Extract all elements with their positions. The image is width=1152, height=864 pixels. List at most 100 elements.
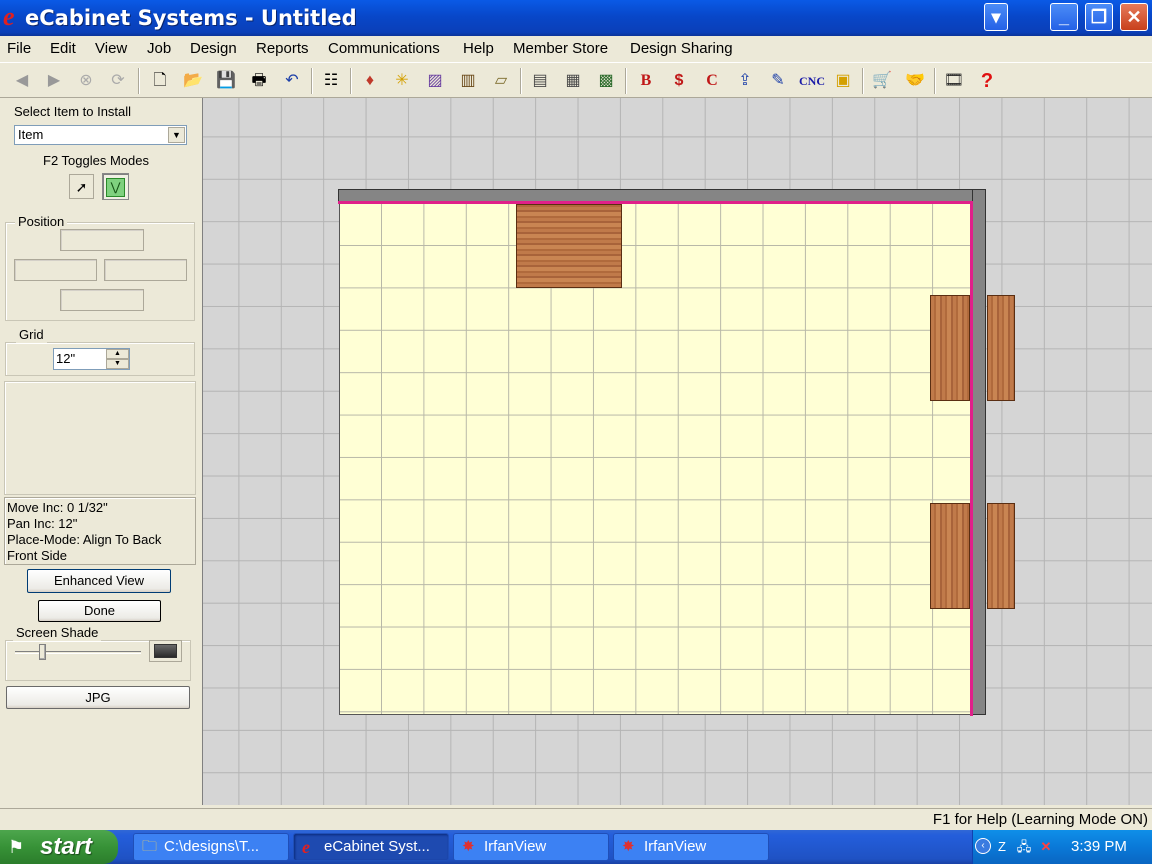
open-folder-icon[interactable]: 📂: [181, 69, 205, 93]
cabinet-right-lower-outer[interactable]: [987, 503, 1015, 609]
window-title: eCabinet Systems - Untitled: [25, 6, 357, 30]
menu-design[interactable]: Design: [190, 40, 237, 58]
menu-file[interactable]: File: [7, 40, 31, 58]
undo-icon[interactable]: ↶: [280, 69, 304, 93]
spin-up-icon[interactable]: ▲: [106, 349, 129, 359]
irfanview-icon: ✸: [462, 838, 475, 855]
toolbar-separator: [625, 68, 627, 94]
app-logo-icon: e: [3, 2, 15, 31]
room-floor[interactable]: [339, 203, 972, 715]
clock: 3:39 PM: [1071, 838, 1127, 855]
menu-member-store[interactable]: Member Store: [513, 40, 608, 58]
cutlist-report-icon[interactable]: C: [700, 69, 724, 93]
material-icon[interactable]: ♦: [358, 69, 382, 93]
position-field-right[interactable]: [104, 259, 187, 281]
position-field-left[interactable]: [14, 259, 97, 281]
lighting-icon[interactable]: ✳: [390, 69, 414, 93]
order-form-icon[interactable]: ✎: [766, 69, 790, 93]
alert-icon[interactable]: ✕: [1037, 838, 1055, 856]
close-button[interactable]: ✕: [1120, 3, 1148, 31]
pointer-mode-button[interactable]: ➚: [69, 174, 94, 199]
cabinet-right-upper-outer[interactable]: [987, 295, 1015, 401]
windows-logo-icon: ⚑: [8, 837, 25, 857]
enhanced-view-button[interactable]: Enhanced View: [27, 569, 171, 593]
forward-arrow-icon[interactable]: ▶: [42, 69, 66, 93]
screen-shade-swatch[interactable]: [149, 640, 182, 662]
done-button[interactable]: Done: [38, 600, 161, 622]
texture-icon[interactable]: ▩: [594, 69, 618, 93]
status-bar: F1 for Help (Learning Mode ON): [0, 808, 1152, 830]
taskbar-item-irfanview-1[interactable]: ✸ IrfanView: [453, 833, 609, 861]
taskbar-item-ecabinet[interactable]: e eCabinet Syst...: [293, 833, 449, 861]
screen-shade-slider[interactable]: [15, 651, 141, 654]
taskbar-item-explorer[interactable]: 🗀 C:\designs\T...: [133, 833, 289, 861]
system-tray: ‹ Z 🖧 ✕ 3:39 PM: [972, 830, 1152, 864]
cabinet-right-lower-inner[interactable]: [930, 503, 970, 609]
taskbar: ⚑ start 🗀 C:\designs\T... e eCabinet Sys…: [0, 830, 1152, 864]
position-field-top[interactable]: [60, 229, 144, 251]
system-menu-button[interactable]: ▾: [984, 3, 1008, 31]
room-icon[interactable]: ▥: [456, 69, 480, 93]
taskbar-item-label: C:\designs\T...: [164, 838, 260, 855]
toggles-label: F2 Toggles Modes: [43, 153, 149, 168]
cnc-icon[interactable]: CNC: [797, 69, 827, 93]
cabinet-icon[interactable]: ▤: [528, 69, 552, 93]
item-select-value: Item: [18, 127, 44, 142]
cabinet-right-upper-inner[interactable]: [930, 295, 970, 401]
position-field-bottom[interactable]: [60, 289, 144, 311]
price-report-icon[interactable]: $: [667, 69, 691, 93]
start-button[interactable]: ⚑ start: [0, 830, 118, 864]
toolbar-separator: [520, 68, 522, 94]
menu-communications[interactable]: Communications: [328, 40, 440, 58]
design-canvas[interactable]: [202, 98, 1152, 805]
grid-size-stepper[interactable]: 12" ▲ ▼: [53, 348, 130, 370]
menu-job[interactable]: Job: [147, 40, 171, 58]
handshake-icon[interactable]: 🤝: [903, 69, 927, 93]
grid-size-value: 12": [56, 351, 76, 366]
chevron-down-icon[interactable]: ▼: [168, 127, 185, 143]
title-bar: e eCabinet Systems - Untitled ▾ _ ❐ ✕: [0, 0, 1152, 36]
wall-icon[interactable]: ▨: [423, 69, 447, 93]
side-text: Front Side: [7, 548, 67, 563]
spin-down-icon[interactable]: ▼: [106, 359, 129, 369]
print-icon[interactable]: 🖶: [247, 69, 271, 93]
menu-view[interactable]: View: [95, 40, 127, 58]
help-icon[interactable]: ?: [975, 69, 999, 93]
menu-edit[interactable]: Edit: [50, 40, 76, 58]
bid-report-icon[interactable]: B: [634, 69, 658, 93]
menu-design-sharing[interactable]: Design Sharing: [630, 40, 733, 58]
draw-mode-button[interactable]: ⋁: [102, 173, 129, 200]
layout-icon[interactable]: ▣: [831, 69, 855, 93]
item-select[interactable]: Item ▼: [14, 125, 187, 145]
save-icon[interactable]: 💾: [214, 69, 238, 93]
maximize-button[interactable]: ❐: [1085, 3, 1113, 31]
position-label: Position: [15, 214, 68, 230]
tray-expand-icon[interactable]: ‹: [975, 838, 991, 854]
screen-shade-thumb[interactable]: [38, 644, 46, 660]
taskbar-item-irfanview-2[interactable]: ✸ IrfanView: [613, 833, 769, 861]
back-arrow-icon[interactable]: ◀: [10, 69, 34, 93]
upload-icon[interactable]: ⇪: [733, 69, 757, 93]
cabinet-group-icon[interactable]: ▦: [561, 69, 585, 93]
info-panel: [4, 381, 196, 495]
new-file-icon[interactable]: 🗋: [148, 69, 172, 93]
toolbar-separator: [934, 68, 936, 94]
right-wall[interactable]: [972, 189, 986, 715]
stop-icon[interactable]: ⊗: [74, 69, 98, 93]
shopping-cart-icon[interactable]: 🛒: [870, 69, 894, 93]
cabinet-back-wall[interactable]: [516, 204, 622, 288]
menu-help[interactable]: Help: [463, 40, 494, 58]
zonealarm-icon[interactable]: Z: [993, 838, 1011, 856]
menu-reports[interactable]: Reports: [256, 40, 309, 58]
refresh-icon[interactable]: ⟳: [106, 69, 130, 93]
properties-icon[interactable]: ☷: [319, 69, 343, 93]
countertop-icon[interactable]: ▱: [489, 69, 513, 93]
network-icon[interactable]: 🖧: [1015, 838, 1033, 856]
jpg-button[interactable]: JPG: [6, 686, 190, 709]
grid-label: Grid: [16, 327, 47, 343]
minimize-button[interactable]: _: [1050, 3, 1078, 31]
toolbar-separator: [862, 68, 864, 94]
taskbar-item-label: eCabinet Syst...: [324, 838, 430, 855]
back-wall-selected-edge: [338, 201, 972, 204]
film-icon[interactable]: 🎞: [942, 69, 966, 93]
